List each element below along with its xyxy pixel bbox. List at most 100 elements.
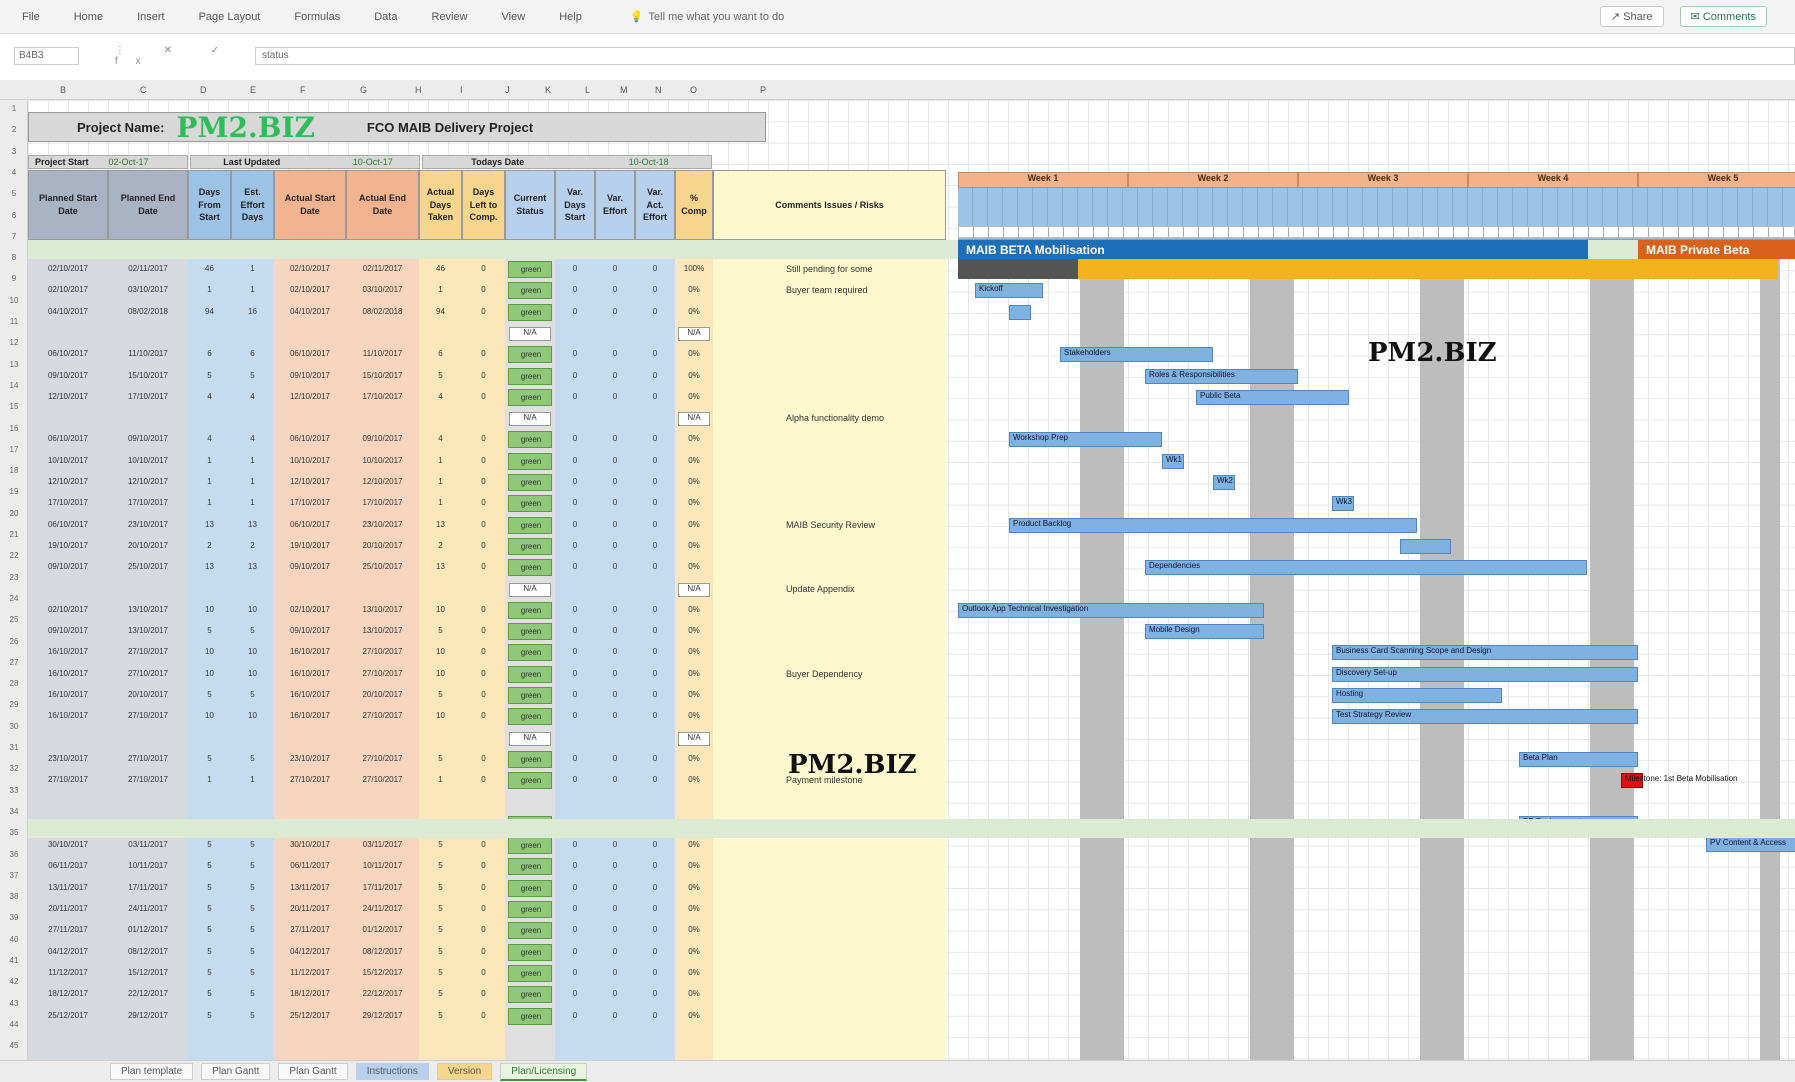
row-number[interactable]: 33 bbox=[0, 786, 28, 795]
gantt-bar[interactable]: Dependencies bbox=[1145, 560, 1587, 576]
cell[interactable]: 09/10/2017 bbox=[346, 434, 419, 443]
cell[interactable]: 0 bbox=[635, 883, 675, 892]
cell[interactable]: 0 bbox=[462, 968, 505, 977]
row-number[interactable]: 40 bbox=[0, 935, 28, 944]
cell[interactable]: 29/12/2017 bbox=[346, 1011, 419, 1020]
cell[interactable]: 15/10/2017 bbox=[346, 371, 419, 380]
cell[interactable]: 0% bbox=[675, 883, 713, 892]
status-cell[interactable]: green bbox=[508, 986, 552, 1004]
sheet-tab[interactable]: Plan template bbox=[110, 1063, 194, 1080]
cell[interactable]: 18/12/2017 bbox=[274, 989, 346, 998]
row-number[interactable]: 4 bbox=[0, 168, 28, 177]
cell[interactable]: 1 bbox=[231, 285, 274, 294]
cell[interactable]: 09/10/2017 bbox=[28, 626, 108, 635]
comment-cell[interactable]: Buyer Dependency bbox=[786, 669, 936, 679]
cell[interactable]: 0 bbox=[635, 754, 675, 763]
cell[interactable]: 0 bbox=[462, 456, 505, 465]
cell[interactable]: 24/11/2017 bbox=[108, 904, 188, 913]
cell[interactable]: 09/10/2017 bbox=[108, 434, 188, 443]
cell[interactable]: 27/10/2017 bbox=[108, 647, 188, 656]
column-letter[interactable]: L bbox=[585, 85, 590, 95]
sheet-tab[interactable]: Plan Gantt bbox=[278, 1063, 348, 1080]
cell[interactable]: 0 bbox=[462, 861, 505, 870]
cell[interactable]: 09/10/2017 bbox=[28, 562, 108, 571]
cell[interactable]: 06/10/2017 bbox=[28, 520, 108, 529]
cell[interactable]: 5 bbox=[231, 1011, 274, 1020]
status-cell[interactable]: green bbox=[508, 879, 552, 897]
cell[interactable]: 16/10/2017 bbox=[274, 647, 346, 656]
table-row[interactable]: 16/10/2017 27/10/2017 10 10 16/10/2017 27/10/… bbox=[28, 642, 946, 663]
cell[interactable]: 5 bbox=[231, 968, 274, 977]
cell[interactable]: 0% bbox=[675, 947, 713, 956]
status-cell[interactable]: green bbox=[508, 495, 552, 513]
table-row[interactable]: 06/10/2017 11/10/2017 6 6 06/10/2017 11/10/20… bbox=[28, 344, 946, 365]
cell[interactable]: 0 bbox=[635, 392, 675, 401]
row-number[interactable]: 19 bbox=[0, 487, 28, 496]
cell[interactable]: 0 bbox=[462, 711, 505, 720]
cell[interactable]: 5 bbox=[231, 371, 274, 380]
cell[interactable]: 0 bbox=[635, 285, 675, 294]
cell[interactable]: 0 bbox=[595, 669, 635, 678]
column-letter[interactable]: E bbox=[250, 85, 256, 95]
cell[interactable]: 5 bbox=[419, 371, 462, 380]
cell[interactable]: 5 bbox=[231, 690, 274, 699]
ribbon-tab[interactable]: Help bbox=[559, 11, 582, 23]
cell[interactable]: 0% bbox=[675, 520, 713, 529]
cell[interactable]: 5 bbox=[419, 883, 462, 892]
gantt-bar[interactable]: Outlook App Technical Investigation bbox=[958, 602, 1264, 618]
column-headers[interactable]: B C D E F G H I J K L M N O P bbox=[0, 80, 1795, 100]
cell[interactable]: 0% bbox=[675, 711, 713, 720]
cell[interactable]: 0% bbox=[675, 690, 713, 699]
gantt-bar[interactable]: PV Content & Access bbox=[1706, 837, 1795, 853]
cell[interactable]: 5 bbox=[188, 371, 231, 380]
row-number[interactable]: 15 bbox=[0, 402, 28, 411]
cell[interactable]: 10 bbox=[188, 711, 231, 720]
column-letter[interactable]: O bbox=[690, 85, 697, 95]
gantt-bar[interactable]: Wk2 bbox=[1213, 475, 1235, 490]
cell[interactable]: 5 bbox=[419, 1011, 462, 1020]
row-number[interactable]: 21 bbox=[0, 530, 28, 539]
cell[interactable]: 0 bbox=[462, 520, 505, 529]
phase-bar-beta[interactable]: MAIB BETA Mobilisation bbox=[958, 240, 1588, 259]
cell[interactable]: 0 bbox=[595, 434, 635, 443]
cell[interactable]: 4 bbox=[188, 434, 231, 443]
cell[interactable]: 12/10/2017 bbox=[274, 477, 346, 486]
cell[interactable]: 0% bbox=[675, 392, 713, 401]
gantt-bar[interactable]: Mobile Design bbox=[1145, 624, 1264, 640]
status-cell[interactable]: green bbox=[508, 623, 552, 641]
cell[interactable]: 0% bbox=[675, 349, 713, 358]
cell[interactable]: 16 bbox=[231, 307, 274, 316]
row-number[interactable]: 43 bbox=[0, 999, 28, 1008]
cell[interactable]: 1 bbox=[419, 477, 462, 486]
cell[interactable]: 5 bbox=[231, 989, 274, 998]
cell[interactable]: 09/10/2017 bbox=[274, 562, 346, 571]
table-row[interactable]: 06/11/2017 10/11/2017 5 5 06/11/2017 10/11/20… bbox=[28, 856, 946, 877]
cell[interactable]: 1 bbox=[188, 775, 231, 784]
status-cell[interactable]: green bbox=[508, 303, 552, 321]
cell[interactable]: 0 bbox=[595, 562, 635, 571]
cell[interactable]: 0 bbox=[595, 775, 635, 784]
cell[interactable]: 0 bbox=[595, 307, 635, 316]
cell[interactable]: 20/10/2017 bbox=[108, 541, 188, 550]
row-number[interactable]: 12 bbox=[0, 338, 28, 347]
column-letter[interactable]: P bbox=[760, 85, 766, 95]
cell[interactable]: 25/10/2017 bbox=[346, 562, 419, 571]
cell[interactable]: 0 bbox=[555, 392, 595, 401]
cell[interactable]: 0 bbox=[555, 711, 595, 720]
gantt-bar[interactable]: Beta Plan bbox=[1519, 751, 1638, 767]
table-row[interactable]: N/A N/A Alpha functionality demo bbox=[28, 408, 946, 429]
cell[interactable]: 0 bbox=[555, 925, 595, 934]
cell[interactable]: 0% bbox=[675, 498, 713, 507]
cell[interactable]: 02/10/2017 bbox=[28, 285, 108, 294]
cell[interactable]: 04/12/2017 bbox=[274, 947, 346, 956]
cell[interactable]: 13 bbox=[188, 520, 231, 529]
cell[interactable]: 02/10/2017 bbox=[274, 264, 346, 273]
comment-cell[interactable]: Update Appendix bbox=[786, 584, 936, 594]
cell[interactable]: 1 bbox=[419, 285, 462, 294]
status-cell[interactable]: green bbox=[508, 901, 552, 918]
cell[interactable]: 23/10/2017 bbox=[28, 754, 108, 763]
status-cell[interactable]: green bbox=[508, 388, 552, 406]
column-letter[interactable]: G bbox=[360, 85, 367, 95]
cell[interactable]: 11/10/2017 bbox=[346, 349, 419, 358]
cell[interactable]: 10/11/2017 bbox=[108, 861, 188, 870]
